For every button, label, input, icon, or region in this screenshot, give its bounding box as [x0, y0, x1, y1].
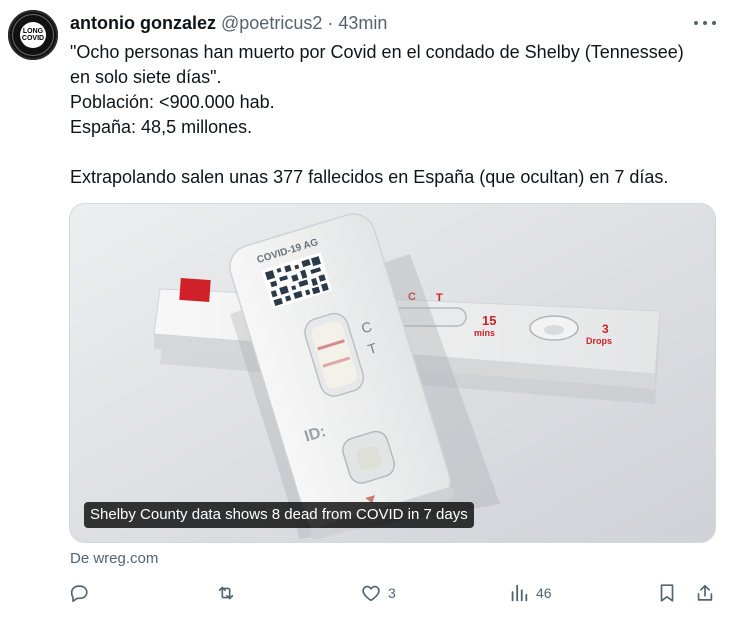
tweet-text-line: en solo siete días".: [70, 67, 222, 87]
avatar[interactable]: LONG COVID: [8, 10, 58, 60]
bookmark-button[interactable]: [656, 582, 678, 604]
share-button[interactable]: [694, 582, 716, 604]
image-caption: Shelby County data shows 8 dead from COV…: [84, 502, 474, 528]
back-mark-t: T: [436, 292, 443, 304]
reply-icon: [70, 585, 88, 603]
header-separator: ·: [327, 13, 334, 33]
link-source[interactable]: De wreg.com: [70, 550, 158, 567]
tweet-text-line: Población: <900.000 hab.: [70, 92, 275, 112]
tweet-text-line: "Ocho personas han muerto por Covid en e…: [70, 42, 684, 62]
avatar-text-long: LONG: [22, 28, 44, 35]
tweet-text-line: España: 48,5 millones.: [70, 117, 253, 137]
author-name[interactable]: antonio gonzalez: [70, 13, 216, 33]
back-drops: 3: [602, 322, 609, 336]
back-time: 15: [482, 313, 496, 328]
like-button[interactable]: 3: [360, 582, 396, 604]
bookmark-icon: [660, 584, 674, 602]
avatar-badge: LONG COVID: [20, 22, 46, 48]
action-bar: 3 46: [68, 582, 718, 608]
tweet-header: antonio gonzalez @poetricus2 · 43min: [70, 12, 387, 34]
reply-button[interactable]: [68, 582, 96, 604]
covid-test-photo: C T 15 mins 3 Drops COVID-19 AG C T ID:: [70, 204, 715, 542]
avatar-text-covid: COVID: [21, 35, 45, 42]
back-time-unit: mins: [474, 328, 495, 338]
more-options-icon[interactable]: [694, 14, 716, 32]
tweet-text: "Ocho personas han muerto por Covid en e…: [70, 40, 710, 190]
back-drops-unit: Drops: [586, 336, 612, 346]
like-count: 3: [388, 585, 396, 601]
share-icon: [697, 584, 713, 601]
tweet-text-line: Extrapolando salen unas 377 fallecidos e…: [70, 167, 669, 187]
tweet-timestamp[interactable]: 43min: [338, 13, 387, 33]
link-card-image[interactable]: C T 15 mins 3 Drops COVID-19 AG C T ID: …: [69, 203, 716, 543]
tweet-card[interactable]: LONG COVID antonio gonzalez @poetricus2 …: [0, 0, 730, 622]
views-button[interactable]: 46: [508, 582, 552, 604]
retweet-button[interactable]: [215, 582, 243, 604]
views-count: 46: [536, 585, 552, 601]
heart-icon: [362, 585, 380, 602]
author-handle[interactable]: @poetricus2: [221, 13, 322, 33]
views-icon: [511, 584, 528, 602]
retweet-icon: [218, 586, 234, 600]
